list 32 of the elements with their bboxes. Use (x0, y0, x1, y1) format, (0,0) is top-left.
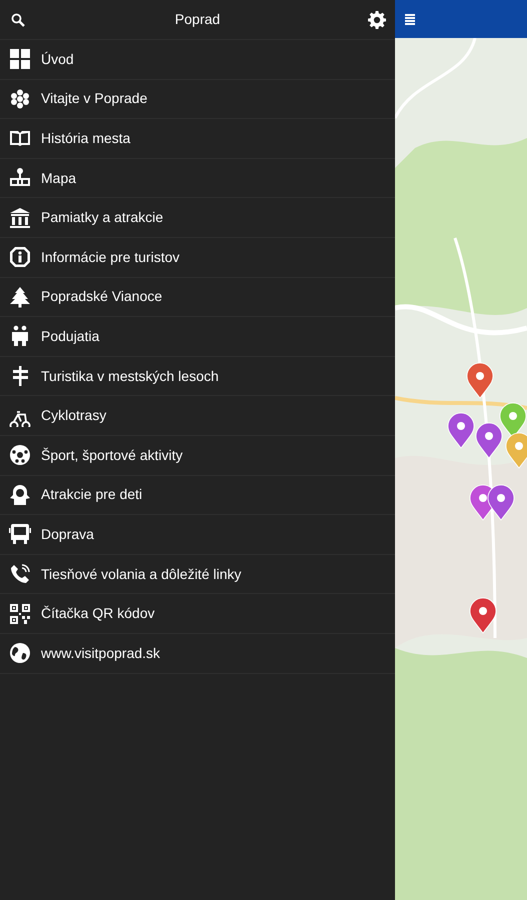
menu-item[interactable]: Šport, športové aktivity (0, 436, 395, 476)
menu-item[interactable]: Mapa (0, 158, 395, 198)
grid-icon (9, 48, 31, 70)
settings-icon (368, 10, 386, 28)
menu-item[interactable]: Tiesňové volania a dôležité linky (0, 554, 395, 594)
people-icon (9, 325, 31, 348)
menu-icon[interactable] (405, 14, 415, 24)
menu-item[interactable]: Podujatia (0, 317, 395, 357)
qr-code-icon (9, 602, 31, 625)
menu-item[interactable]: Čítačka QR kódov (0, 594, 395, 634)
flower-icon (9, 88, 31, 110)
menu-item[interactable]: Atrakcie pre deti (0, 476, 395, 516)
info-icon (9, 246, 31, 268)
drawer-title: Poprad (174, 10, 222, 29)
building-icon (9, 206, 31, 229)
menu-item[interactable]: Pamiatky a atrakcie (0, 198, 395, 238)
menu-item[interactable]: Informácie pre turistov (0, 238, 395, 278)
bus-icon (9, 523, 31, 546)
menu-item[interactable]: Vitajte v Poprade (0, 80, 395, 120)
menu-item[interactable]: História mesta (0, 119, 395, 159)
menu-item[interactable]: Popradské Vianoce (0, 278, 395, 318)
menu-item[interactable]: Turistika v mestských lesoch (0, 356, 395, 396)
menu-item[interactable]: Cyklotrasy (0, 396, 395, 436)
globe-icon (9, 642, 31, 664)
search-icon (11, 12, 25, 26)
person-icon (9, 484, 31, 506)
tree-icon (9, 286, 31, 308)
menu-item[interactable]: Doprava (0, 515, 395, 555)
menu-item[interactable]: www.visitpoprad.sk (0, 634, 395, 674)
menu-item[interactable]: Úvod (0, 40, 395, 80)
phone-icon (9, 563, 31, 586)
ball-icon (9, 444, 31, 466)
